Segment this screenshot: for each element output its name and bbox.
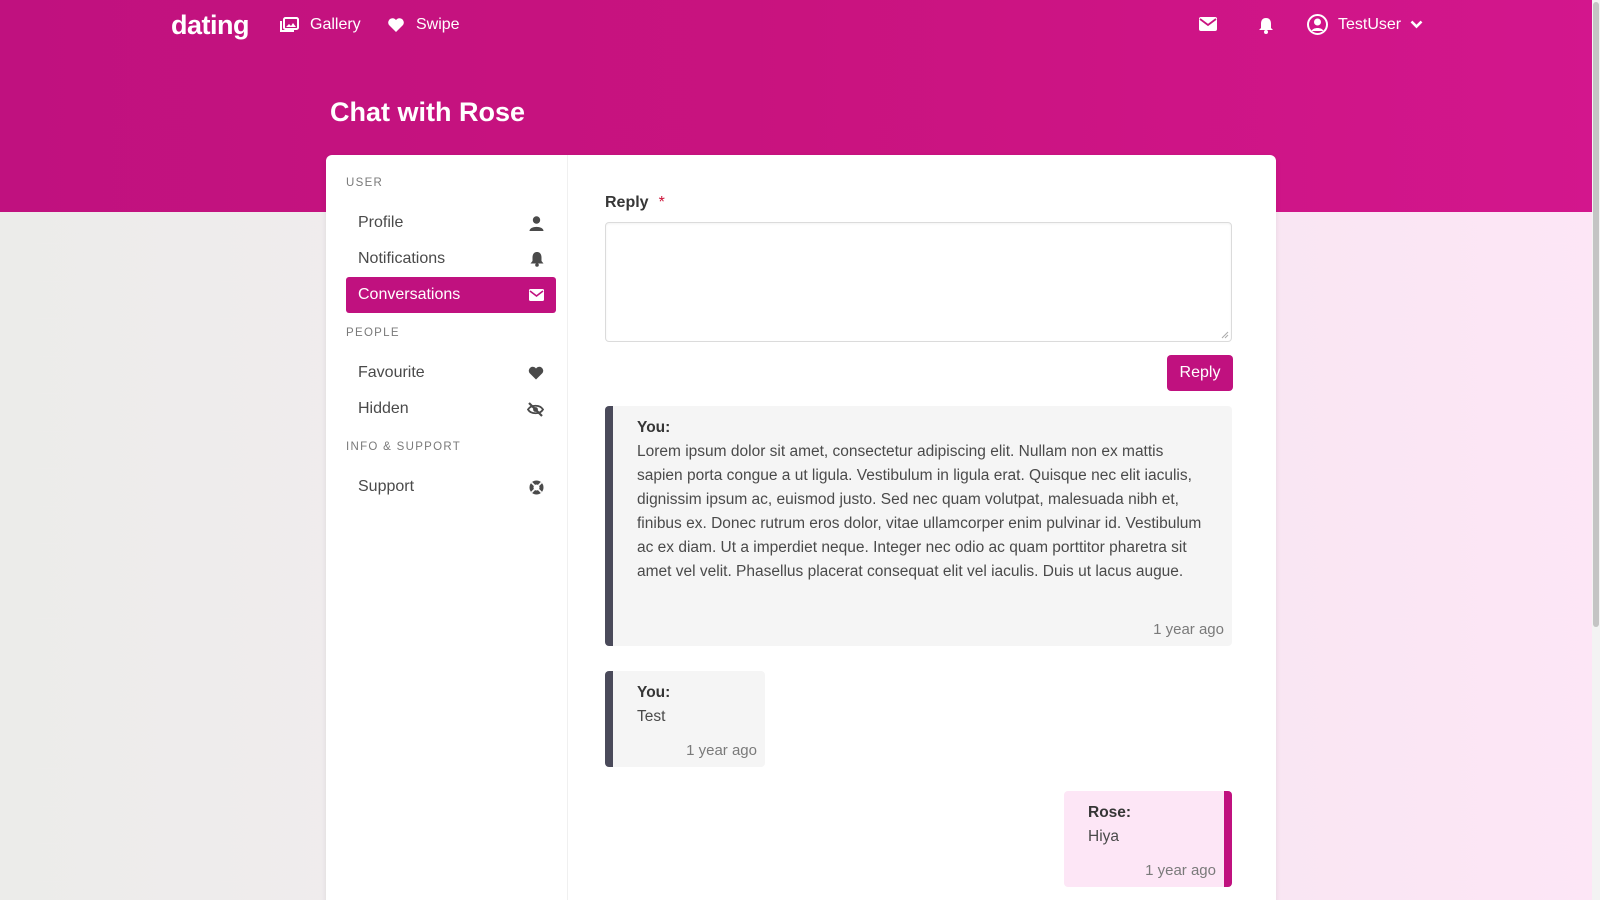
brand-logo[interactable]: dating (171, 10, 250, 41)
eye-slash-icon (527, 401, 544, 417)
chevron-down-icon (1410, 20, 1423, 29)
sidebar-item-support[interactable]: Support (346, 469, 556, 505)
sidebar-item-favourite[interactable]: Favourite (346, 355, 556, 391)
menu-label-user: USER (346, 177, 384, 189)
message-time: 1 year ago (1153, 621, 1224, 638)
message-author: Rose: (1088, 804, 1132, 821)
user-circle-icon (1307, 14, 1328, 35)
messages-button[interactable] (1199, 17, 1217, 36)
user-menu[interactable]: TestUser (1307, 14, 1423, 35)
sidebar-item-label: Profile (358, 214, 404, 231)
message-author: You: (637, 684, 671, 701)
message-bubble: You: Test 1 year ago (605, 671, 765, 767)
reply-button[interactable]: Reply (1167, 355, 1233, 391)
menu-label-info-support: INFO & SUPPORT (346, 441, 462, 453)
sidebar-item-label: Notifications (358, 250, 446, 267)
nav-swipe-link[interactable]: Swipe (387, 16, 460, 34)
message-time: 1 year ago (686, 742, 757, 759)
nav-swipe-label: Swipe (416, 16, 460, 33)
user-icon (529, 215, 544, 231)
envelope-icon (529, 289, 544, 301)
images-icon (280, 17, 299, 32)
sidebar-menu: USER Profile Notifications Conversations (326, 155, 568, 900)
page-title: Chat with Rose (330, 97, 526, 127)
page-scrollbar[interactable] (1592, 0, 1600, 900)
message-bubble-received: Rose: Hiya 1 year ago (1064, 791, 1232, 887)
sidebar-item-label: Support (358, 478, 415, 495)
top-navbar: dating Gallery Swipe TestUser (0, 0, 1600, 54)
nav-gallery-label: Gallery (310, 16, 361, 33)
envelope-icon (1199, 17, 1217, 31)
message-body: Hiya (1088, 828, 1120, 845)
bell-icon (1259, 18, 1273, 34)
life-ring-icon (529, 480, 544, 494)
heart-icon (388, 18, 404, 32)
sidebar-item-profile[interactable]: Profile (346, 205, 556, 241)
message-bubble: You: Lorem ipsum dolor sit amet, consect… (605, 406, 1232, 646)
reply-field-label: Reply * (605, 194, 665, 212)
sidebar-item-label: Hidden (358, 400, 409, 417)
notifications-button[interactable] (1258, 17, 1274, 39)
sidebar-item-notifications[interactable]: Notifications (346, 241, 556, 277)
conversation-panel: Reply * Reply You: Lorem ipsum dolor sit … (605, 155, 1276, 900)
sidebar-item-label: Conversations (358, 286, 461, 303)
message-body: Lorem ipsum dolor sit amet, consectetur … (637, 443, 1202, 580)
nav-gallery-link[interactable]: Gallery (280, 16, 361, 34)
sidebar-item-conversations[interactable]: Conversations (346, 277, 556, 313)
heart-icon (528, 366, 544, 380)
reply-textarea[interactable] (605, 222, 1232, 342)
message-time: 1 year ago (1145, 862, 1216, 879)
resize-grip-icon[interactable] (1220, 330, 1229, 339)
scrollbar-thumb[interactable] (1593, 2, 1599, 627)
required-marker: * (658, 194, 665, 211)
reply-label-text: Reply (605, 194, 649, 211)
username-label: TestUser (1338, 15, 1402, 33)
content-card: USER Profile Notifications Conversations (326, 155, 1276, 900)
bell-icon (530, 252, 544, 267)
menu-label-people: PEOPLE (346, 327, 400, 339)
sidebar-item-hidden[interactable]: Hidden (346, 391, 556, 427)
message-body: Test (637, 708, 666, 725)
message-author: You: (637, 419, 671, 436)
sidebar-item-label: Favourite (358, 364, 425, 381)
